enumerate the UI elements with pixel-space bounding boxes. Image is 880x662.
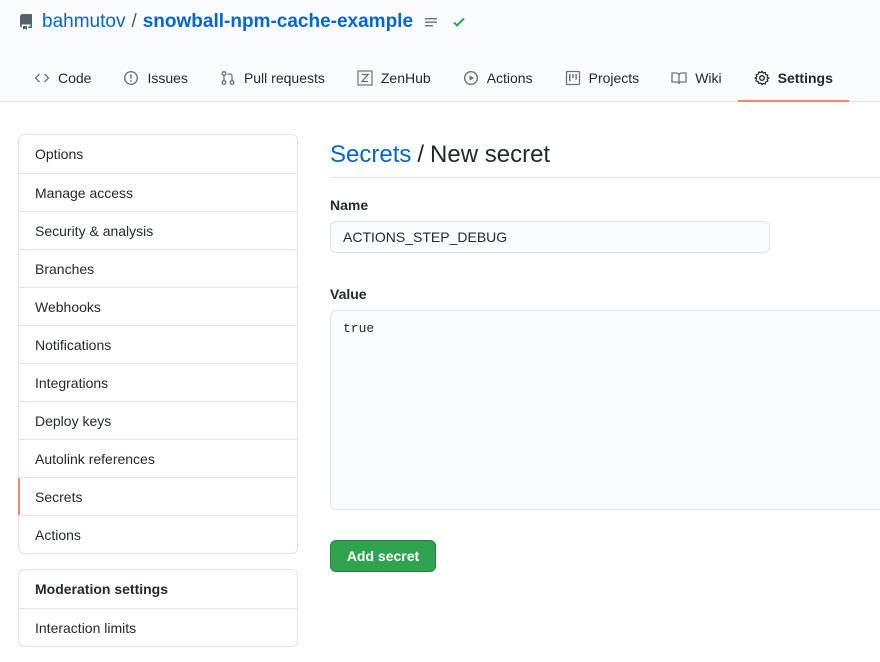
- sidebar-item-branches[interactable]: Branches: [19, 249, 297, 287]
- tab-projects[interactable]: Projects: [549, 55, 656, 101]
- tab-zenhub[interactable]: ZenHub: [341, 55, 447, 101]
- check-icon[interactable]: [451, 14, 467, 30]
- tab-label: Pull requests: [243, 70, 325, 86]
- repo-nav-tabs: Code Issues Pull requests ZenHub Actions…: [18, 55, 849, 102]
- breadcrumb-secrets-link[interactable]: Secrets: [330, 141, 411, 169]
- tab-label: Settings: [777, 69, 833, 86]
- sidebar-item-webhooks[interactable]: Webhooks: [19, 287, 297, 325]
- new-secret-form: Secrets / New secret Name Value true Add…: [330, 134, 880, 572]
- secret-name-input[interactable]: [330, 221, 770, 253]
- tab-issues[interactable]: Issues: [107, 55, 203, 101]
- tab-wiki[interactable]: Wiki: [655, 55, 737, 101]
- tab-settings[interactable]: Settings: [737, 55, 849, 102]
- tab-label: ZenHub: [380, 70, 431, 86]
- tab-pull-requests[interactable]: Pull requests: [204, 55, 341, 101]
- repo-icon: [18, 14, 34, 30]
- tab-label: Actions: [486, 70, 533, 86]
- tab-label: Projects: [588, 70, 640, 86]
- moderation-heading: Moderation settings: [19, 570, 297, 608]
- tab-label: Code: [58, 70, 92, 86]
- sidebar-item-interaction-limits[interactable]: Interaction limits: [19, 608, 297, 646]
- sidebar-item-notifications[interactable]: Notifications: [19, 325, 297, 363]
- repo-name-link[interactable]: snowball-npm-cache-example: [143, 11, 413, 33]
- sidebar-item-autolink-references[interactable]: Autolink references: [19, 439, 297, 477]
- gear-icon: [754, 70, 770, 86]
- play-icon: [463, 70, 479, 86]
- tab-label: Issues: [147, 70, 188, 86]
- repo-owner-link[interactable]: bahmutov: [42, 11, 125, 33]
- code-icon: [34, 70, 50, 86]
- book-icon: [671, 70, 687, 86]
- sidebar-item-integrations[interactable]: Integrations: [19, 363, 297, 401]
- tab-label: Wiki: [695, 70, 722, 86]
- sidebar-item-security-analysis[interactable]: Security & analysis: [19, 211, 297, 249]
- tab-code[interactable]: Code: [18, 55, 107, 101]
- tab-actions[interactable]: Actions: [447, 55, 549, 101]
- repo-separator: /: [131, 11, 137, 32]
- zenhub-icon: [357, 70, 373, 86]
- sidebar-item-deploy-keys[interactable]: Deploy keys: [19, 401, 297, 439]
- name-label: Name: [330, 197, 369, 213]
- page-title: Secrets / New secret: [330, 134, 880, 178]
- page-heading: New secret: [430, 140, 551, 168]
- repo-header: bahmutov / snowball-npm-cache-example Co…: [0, 0, 880, 102]
- sidebar-item-options[interactable]: Options: [19, 135, 297, 173]
- sidebar-item-secrets[interactable]: Secrets: [18, 477, 297, 515]
- issue-icon: [123, 70, 139, 86]
- breadcrumb-separator: /: [417, 140, 425, 168]
- pull-request-icon: [220, 70, 236, 86]
- list-icon[interactable]: [423, 14, 439, 30]
- settings-sidebar: Options Manage access Security & analysi…: [18, 134, 298, 554]
- project-icon: [565, 70, 581, 86]
- add-secret-button[interactable]: Add secret: [330, 540, 436, 572]
- sidebar-item-manage-access[interactable]: Manage access: [19, 173, 297, 211]
- sidebar-item-actions[interactable]: Actions: [19, 515, 297, 553]
- secret-value-textarea[interactable]: true: [330, 310, 880, 510]
- repo-title: bahmutov / snowball-npm-cache-example: [18, 8, 467, 36]
- moderation-sidebar: Moderation settings Interaction limits: [18, 569, 298, 647]
- value-label: Value: [330, 286, 367, 302]
